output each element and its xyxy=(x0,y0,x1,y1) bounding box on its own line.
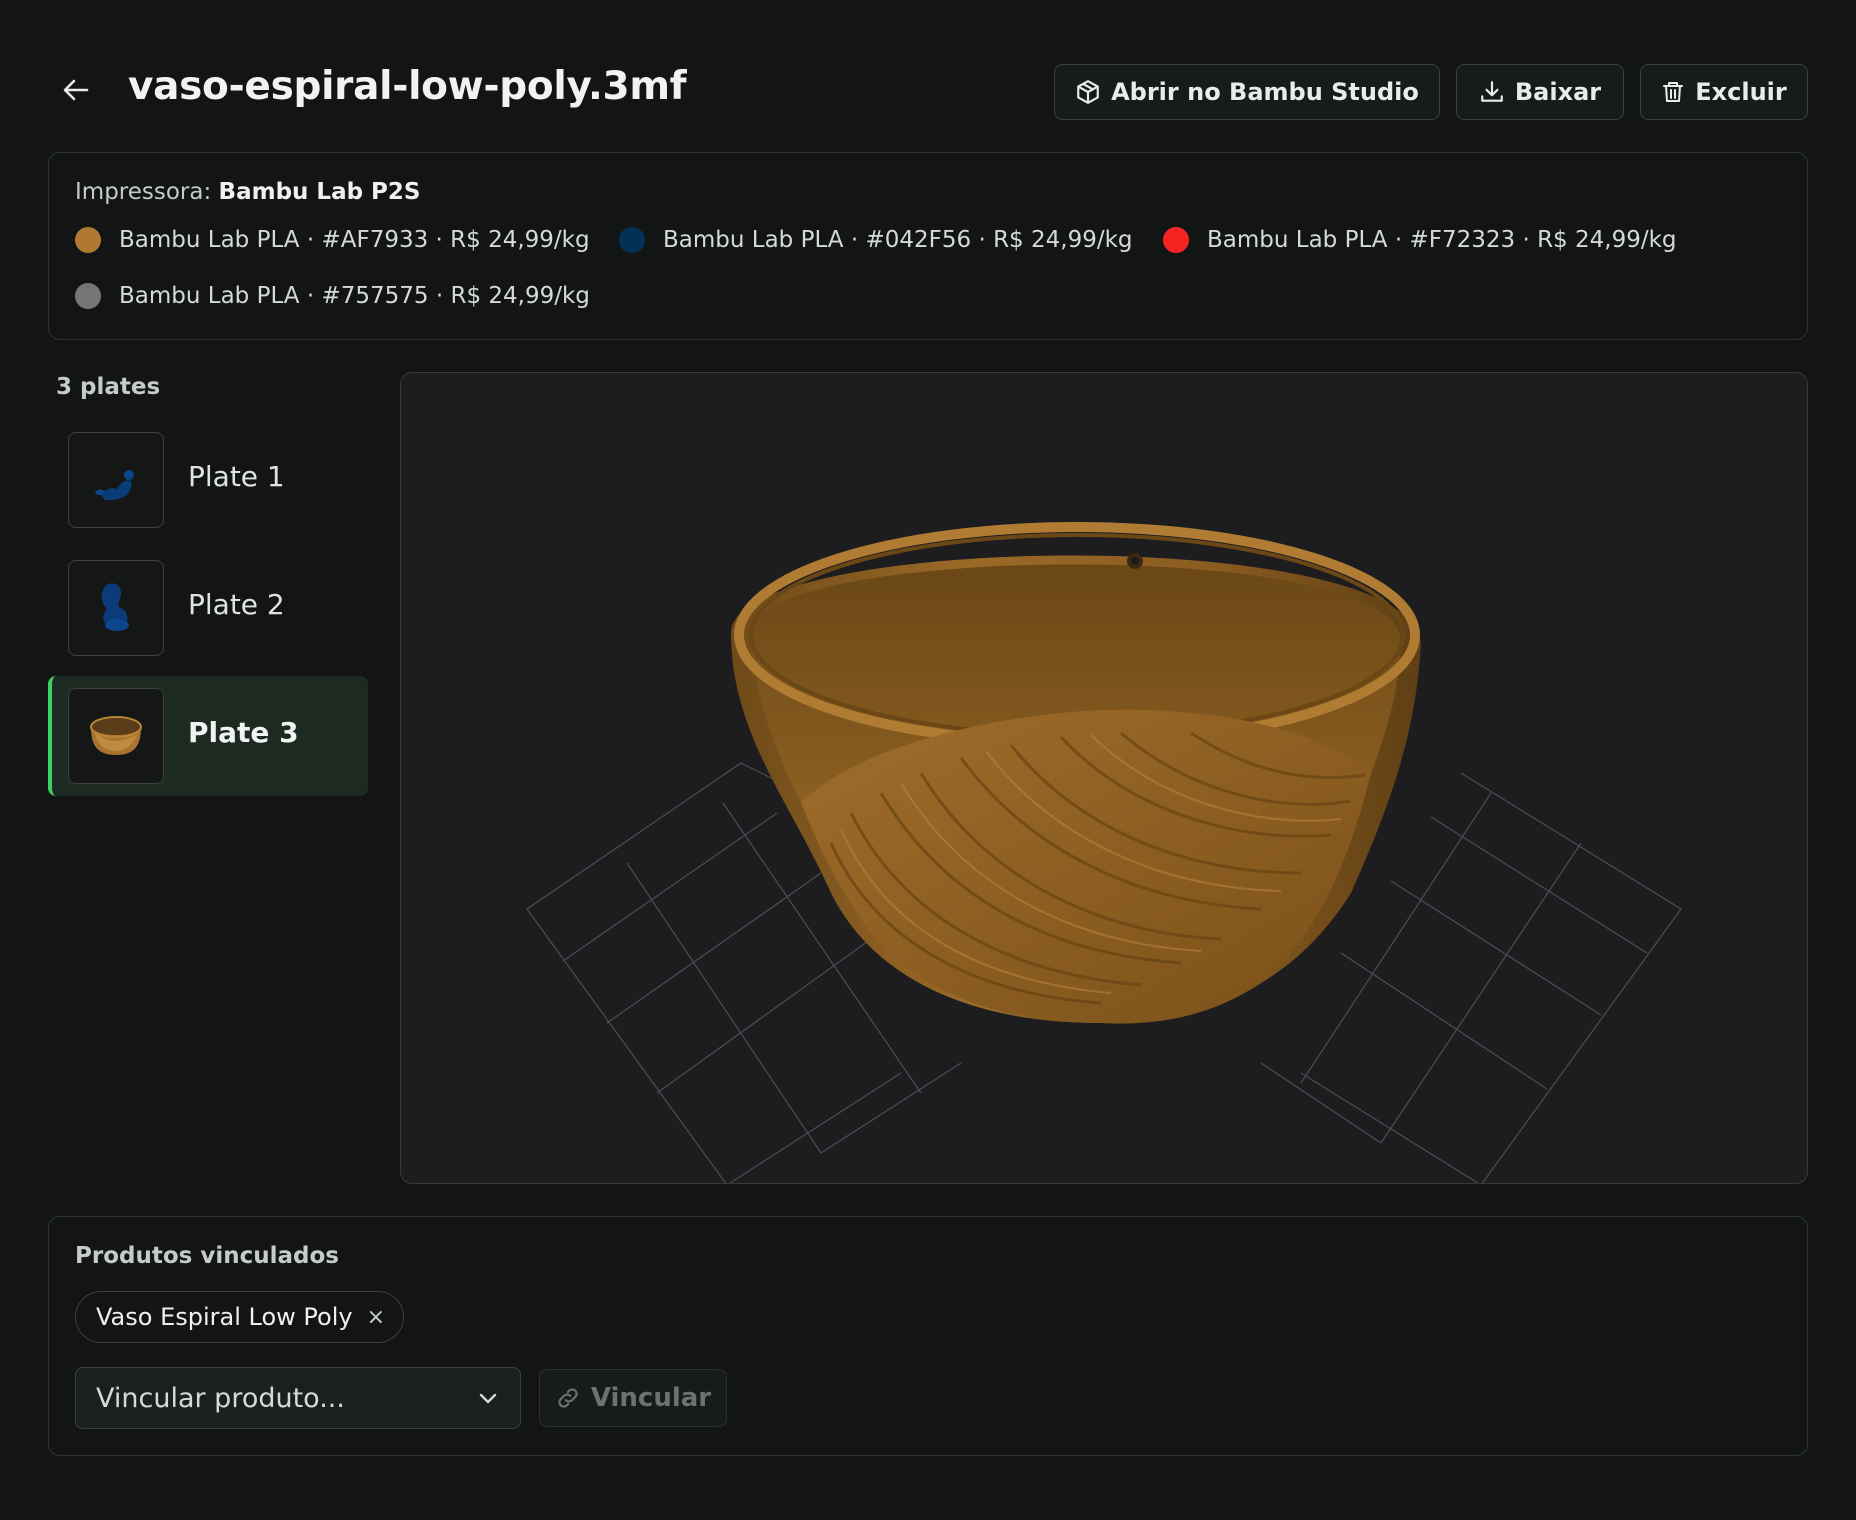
back-button[interactable] xyxy=(56,70,96,110)
download-button-label: Baixar xyxy=(1514,78,1602,106)
filament-item: Bambu Lab PLA · #757575 · R$ 24,99/kg xyxy=(75,283,590,309)
filament-label: Bambu Lab PLA · #042F56 · R$ 24,99/kg xyxy=(663,227,1133,253)
plate-thumbnail xyxy=(68,432,164,528)
filament-item: Bambu Lab PLA · #F72323 · R$ 24,99/kg xyxy=(1163,227,1677,253)
trash-icon xyxy=(1663,82,1684,102)
printer-info-card: Impressora: Bambu Lab P2S Bambu Lab PLA … xyxy=(48,152,1808,340)
plate-thumbnail xyxy=(68,560,164,656)
linked-products-card: Produtos vinculados Vaso Espiral Low Pol… xyxy=(48,1216,1808,1456)
link-icon xyxy=(558,1388,578,1408)
model-3d-viewer[interactable] xyxy=(400,372,1808,1184)
filament-color-swatch xyxy=(619,227,645,253)
plate-label: Plate 2 xyxy=(188,588,285,621)
plate-label: Plate 3 xyxy=(188,716,299,749)
product-select-value: Vincular produto... xyxy=(96,1382,345,1414)
link-product-button[interactable]: Vincular xyxy=(539,1369,727,1427)
cube-icon xyxy=(1077,80,1099,104)
plate-item-1[interactable]: Plate 1 xyxy=(48,420,368,540)
filament-label: Bambu Lab PLA · #F72323 · R$ 24,99/kg xyxy=(1207,227,1677,253)
filament-item: Bambu Lab PLA · #AF7933 · R$ 24,99/kg xyxy=(75,227,590,253)
plates-count: 3 plates xyxy=(56,374,161,400)
linked-product-chip: Vaso Espiral Low Poly × xyxy=(75,1291,405,1343)
plate-item-2[interactable]: Plate 2 xyxy=(48,548,368,668)
product-select[interactable]: Vincular produto... xyxy=(75,1367,521,1429)
filament-label: Bambu Lab PLA · #AF7933 · R$ 24,99/kg xyxy=(119,227,590,253)
plate-label: Plate 1 xyxy=(188,460,285,493)
filament-label: Bambu Lab PLA · #757575 · R$ 24,99/kg xyxy=(119,283,590,309)
printer-name: Bambu Lab P2S xyxy=(218,179,421,205)
arrow-left-icon xyxy=(63,79,89,101)
page-title: vaso-espiral-low-poly.3mf xyxy=(128,64,687,109)
delete-button-label: Excluir xyxy=(1695,78,1787,106)
delete-button[interactable]: Excluir xyxy=(1640,64,1808,120)
plate-thumbnail xyxy=(68,688,164,784)
download-button[interactable]: Baixar xyxy=(1456,64,1624,120)
linked-products-title: Produtos vinculados xyxy=(75,1243,339,1269)
link-button-label: Vincular xyxy=(590,1383,712,1413)
filament-color-swatch xyxy=(75,227,101,253)
printer-label: Impressora: xyxy=(75,179,212,205)
close-icon[interactable]: × xyxy=(367,1305,385,1330)
filament-color-swatch xyxy=(1163,227,1189,253)
model-render xyxy=(526,522,1682,1183)
download-icon xyxy=(1481,81,1503,102)
open-button-label: Abrir no Bambu Studio xyxy=(1111,78,1419,106)
linked-product-name: Vaso Espiral Low Poly xyxy=(96,1303,353,1331)
filament-color-swatch xyxy=(75,283,101,309)
chevron-down-icon xyxy=(479,1393,497,1404)
filament-item: Bambu Lab PLA · #042F56 · R$ 24,99/kg xyxy=(619,227,1133,253)
plate-item-3[interactable]: Plate 3 xyxy=(48,676,368,796)
printer-line: Impressora: Bambu Lab P2S xyxy=(75,179,420,205)
open-in-bambu-studio-button[interactable]: Abrir no Bambu Studio xyxy=(1054,64,1440,120)
